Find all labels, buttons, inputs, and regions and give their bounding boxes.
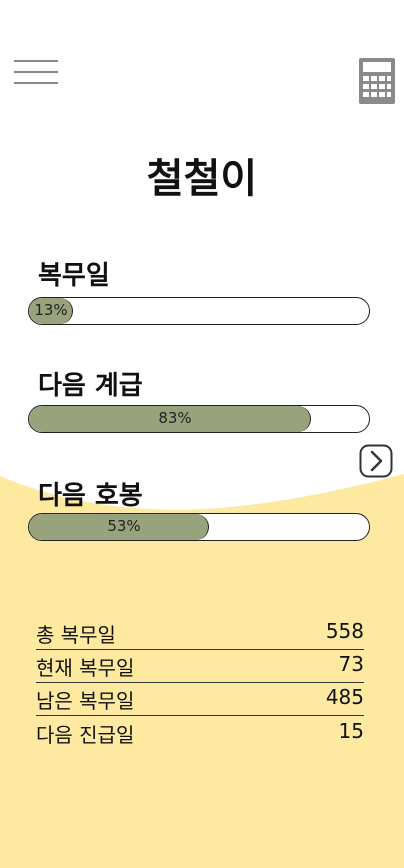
stat-row-total-days: 총 복무일 558 xyxy=(36,619,364,650)
stat-label: 다음 진급일 xyxy=(36,723,135,747)
progress-bar-next-step: 53% xyxy=(28,513,370,541)
stat-label: 현재 복무일 xyxy=(36,656,135,680)
menu-line xyxy=(14,82,58,84)
stat-row-remaining-days: 남은 복무일 485 xyxy=(36,685,364,716)
stat-value: 558 xyxy=(325,619,364,643)
stat-value: 15 xyxy=(338,719,364,743)
progress-bar-service-days: 13% xyxy=(28,297,370,325)
progress-percent: 53% xyxy=(107,517,141,535)
menu-line xyxy=(14,60,58,62)
progress-label-service-days: 복무일 xyxy=(38,261,110,291)
stat-label: 총 복무일 xyxy=(36,623,116,647)
calculator-icon[interactable] xyxy=(358,57,396,105)
chevron-right-icon[interactable] xyxy=(359,444,393,478)
stat-label: 남은 복무일 xyxy=(36,689,135,713)
progress-label-next-step: 다음 호봉 xyxy=(38,481,143,511)
progress-label-next-rank: 다음 계급 xyxy=(38,371,143,401)
stat-value: 73 xyxy=(338,652,364,676)
progress-percent: 83% xyxy=(158,409,192,427)
stat-value: 485 xyxy=(325,685,364,709)
stat-row-next-promotion: 다음 진급일 15 xyxy=(36,719,364,749)
progress-percent: 13% xyxy=(34,301,68,319)
app-screen: 철철이 복무일 13% 다음 계급 83% 다음 호봉 53% 총 복무일 55… xyxy=(0,0,404,868)
page-title: 철철이 xyxy=(146,156,258,202)
stat-row-current-days: 현재 복무일 73 xyxy=(36,652,364,683)
menu-line xyxy=(14,71,58,73)
hamburger-menu-icon[interactable] xyxy=(12,56,60,88)
progress-bar-next-rank: 83% xyxy=(28,405,370,433)
